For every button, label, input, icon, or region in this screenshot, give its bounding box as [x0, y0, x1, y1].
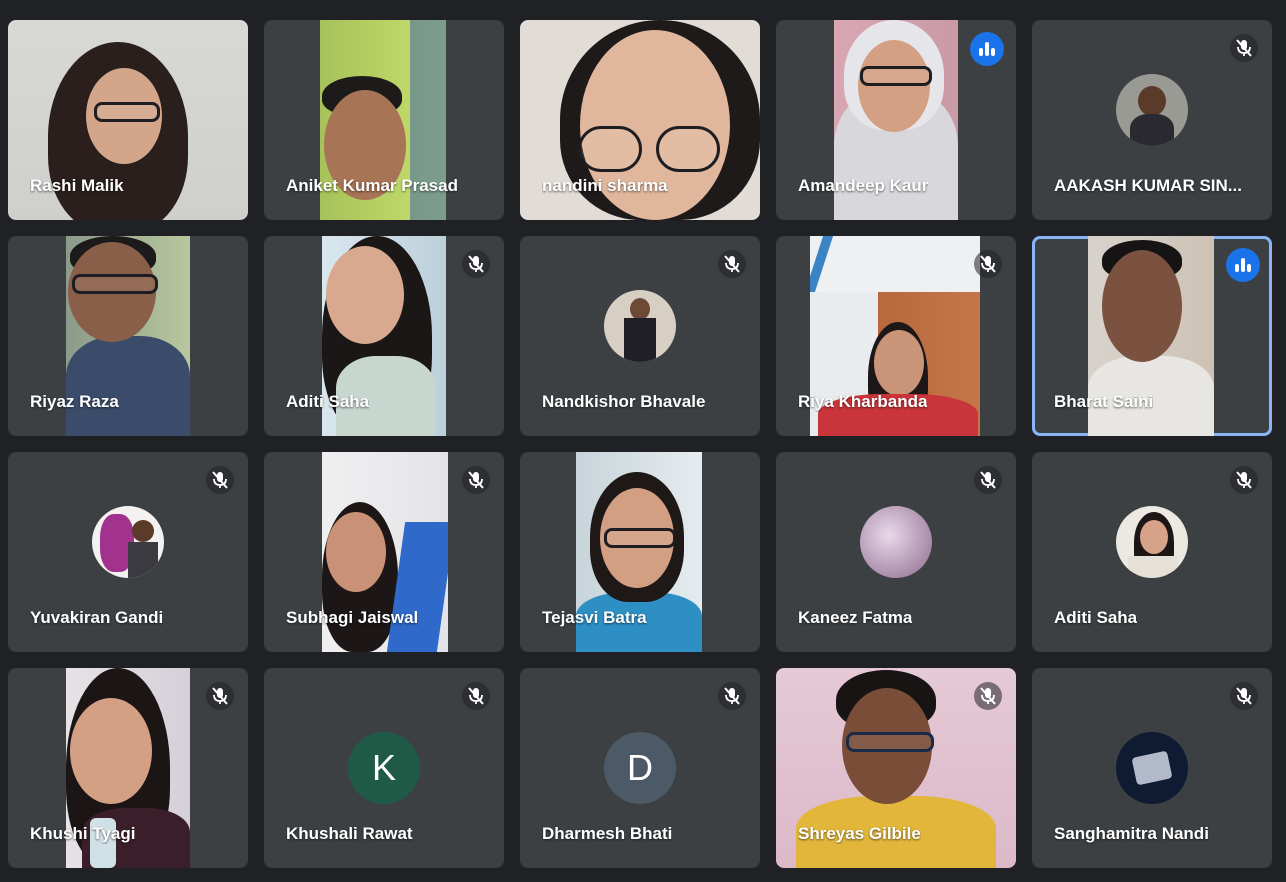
audio-level-icon — [1226, 248, 1260, 282]
participant-tile[interactable]: Aniket Kumar Prasad — [264, 20, 504, 220]
profile-avatar — [860, 506, 932, 578]
mic-off-icon — [1230, 682, 1258, 710]
profile-avatar — [1116, 506, 1188, 578]
profile-avatar — [604, 290, 676, 362]
participant-tile[interactable]: AAKASH KUMAR SIN... — [1032, 20, 1272, 220]
participant-tile[interactable]: Riya Kharbanda — [776, 236, 1016, 436]
participant-tile[interactable]: Kaneez Fatma — [776, 452, 1016, 652]
participant-tile[interactable]: D Dharmesh Bhati — [520, 668, 760, 868]
participant-tile[interactable]: Yuvakiran Gandi — [8, 452, 248, 652]
participant-tile[interactable]: Aditi Saha — [264, 236, 504, 436]
participant-name: Khushi Tyagi — [30, 824, 136, 843]
participant-name: Khushali Rawat — [286, 824, 413, 843]
participant-tile[interactable]: Sanghamitra Nandi — [1032, 668, 1272, 868]
participant-name: Nandkishor Bhavale — [542, 392, 706, 411]
audio-level-icon — [970, 32, 1004, 66]
mic-off-icon — [1230, 34, 1258, 62]
participant-name: Aditi Saha — [286, 392, 370, 411]
mic-off-icon — [974, 466, 1002, 494]
participant-tile[interactable]: nandini sharma — [520, 20, 760, 220]
participant-tile[interactable]: Shreyas Gilbile — [776, 668, 1016, 868]
participant-name: Riya Kharbanda — [798, 392, 928, 411]
mic-off-icon — [718, 682, 746, 710]
participant-name: Riyaz Raza — [30, 392, 119, 411]
participant-name: Yuvakiran Gandi — [30, 608, 164, 627]
profile-avatar — [92, 506, 164, 578]
mic-off-icon — [462, 682, 490, 710]
participant-name: nandini sharma — [542, 176, 668, 195]
participant-grid: Rashi Malik Aniket Kumar Prasad nandini … — [8, 20, 1272, 868]
mic-off-icon — [974, 682, 1002, 710]
profile-avatar — [1116, 732, 1188, 804]
participant-name: Tejasvi Batra — [542, 608, 647, 627]
participant-tile[interactable]: Nandkishor Bhavale — [520, 236, 760, 436]
participant-tile[interactable]: Tejasvi Batra — [520, 452, 760, 652]
participant-tile-active[interactable]: Bharat Saini — [1032, 236, 1272, 436]
participant-tile[interactable]: Rashi Malik — [8, 20, 248, 220]
mic-off-icon — [462, 250, 490, 278]
mic-off-icon — [462, 466, 490, 494]
participant-tile[interactable]: Amandeep Kaur — [776, 20, 1016, 220]
profile-avatar — [1116, 74, 1188, 146]
participant-tile[interactable]: Khushi Tyagi — [8, 668, 248, 868]
letter-avatar: K — [348, 732, 420, 804]
participant-tile[interactable]: Subhagi Jaiswal — [264, 452, 504, 652]
mic-off-icon — [206, 466, 234, 494]
participant-name: Shreyas Gilbile — [798, 824, 921, 843]
mic-off-icon — [718, 250, 746, 278]
participant-name: Dharmesh Bhati — [542, 824, 673, 843]
avatar-letter: K — [371, 747, 396, 788]
participant-tile[interactable]: Aditi Saha — [1032, 452, 1272, 652]
participant-name: Bharat Saini — [1054, 392, 1154, 411]
participant-name: Amandeep Kaur — [798, 176, 929, 195]
mic-off-icon — [1230, 466, 1258, 494]
participant-name: Aniket Kumar Prasad — [286, 176, 458, 195]
participant-name: Subhagi Jaiswal — [286, 608, 419, 627]
participant-name: AAKASH KUMAR SIN... — [1054, 176, 1242, 195]
letter-avatar: D — [604, 732, 676, 804]
avatar-letter: D — [627, 747, 653, 788]
mic-off-icon — [974, 250, 1002, 278]
participant-tile[interactable]: Riyaz Raza — [8, 236, 248, 436]
participant-name: Aditi Saha — [1054, 608, 1138, 627]
mic-off-icon — [206, 682, 234, 710]
participant-name: Rashi Malik — [30, 176, 124, 195]
participant-name: Sanghamitra Nandi — [1054, 824, 1209, 843]
participant-tile[interactable]: K Khushali Rawat — [264, 668, 504, 868]
participant-name: Kaneez Fatma — [798, 608, 913, 627]
